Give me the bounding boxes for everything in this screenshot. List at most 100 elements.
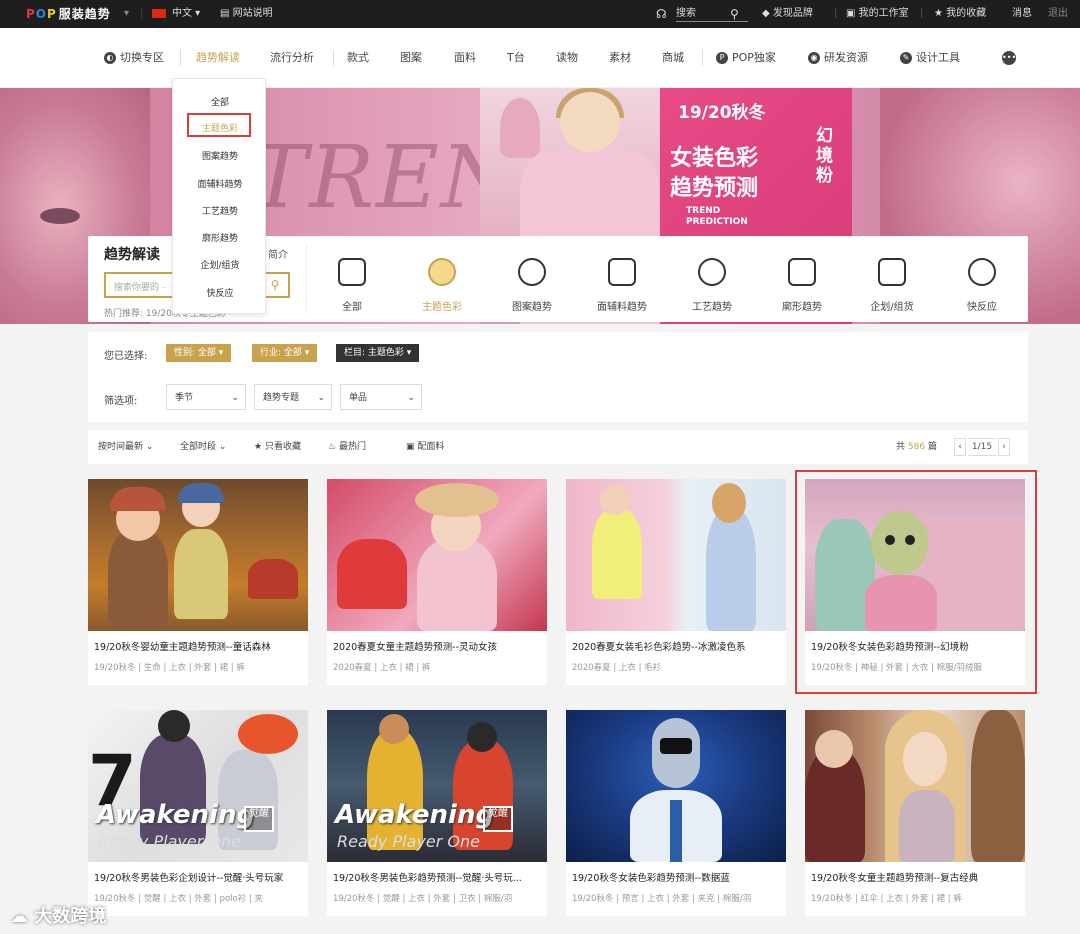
time-range-select[interactable]: 全部时段 ⌄ (180, 430, 226, 464)
next-page-button[interactable]: › (998, 438, 1010, 456)
dropdown-item-theme-color[interactable]: 主题色彩 (173, 121, 267, 134)
category-quick-response[interactable]: 快反应 (942, 236, 1022, 322)
headset-icon[interactable]: ☊ (656, 0, 667, 28)
card-title[interactable]: 19/20秋冬婴幼童主题趋势预测--童话森林 (94, 639, 304, 653)
season-select[interactable]: 季节 ⌄ (166, 384, 246, 410)
dropdown-item-craft[interactable]: 工艺趋势 (173, 204, 267, 217)
card-tags: 2020春夏 | 上衣 | 毛衫 (572, 663, 662, 673)
divider (702, 50, 703, 66)
lightning-icon (968, 258, 996, 286)
card-tags: 19/20秋冬 | 生命 | 上衣 | 外套 | 裙 | 裤 (94, 663, 245, 673)
banner-vertical-title: 幻境粉 (816, 126, 833, 186)
hottest-toggle[interactable]: ♨ 最热门 (328, 430, 366, 464)
report-card[interactable]: 19/20秋冬婴幼童主题趋势预测--童话森林 19/20秋冬 | 生命 | 上衣… (88, 479, 308, 685)
card-title[interactable]: 19/20秋冬男装色彩企划设计--觉醒·头号玩家 (94, 870, 304, 884)
chosen-label: 您已选择: (104, 351, 148, 362)
category-craft[interactable]: 工艺趋势 (672, 236, 752, 322)
report-card[interactable]: 2020春夏女装毛衫色彩趋势--冰激凌色系 2020春夏 | 上衣 | 毛衫 (566, 479, 786, 685)
page-indicator: 1/15 (968, 438, 996, 456)
only-favorites-toggle[interactable]: ★ 只看收藏 (254, 430, 301, 464)
dress-icon (788, 258, 816, 286)
divider: | (140, 8, 144, 19)
card-image (566, 479, 786, 631)
card-icon (878, 258, 906, 286)
watermark-logo-icon: ☁ (10, 906, 28, 927)
filter-panel: 您已选择: 性别: 全部 ▾ 行业: 全部 ▾ 栏目: 主题色彩 ▾ 筛选项: … (88, 332, 1028, 422)
category-all[interactable]: 全部 (312, 236, 392, 322)
category-fabric[interactable]: 面辅料趋势 (582, 236, 662, 322)
category-theme-color[interactable]: 主题色彩 (402, 236, 482, 322)
total-count: 共 586 篇 (896, 442, 937, 452)
card-title[interactable]: 2020春夏女装毛衫色彩趋势--冰激凌色系 (572, 639, 782, 653)
site-guide-link[interactable]: ▤ 网站说明 (220, 0, 273, 28)
card-title[interactable]: 2020春夏女童主题趋势预测--灵动女孩 (333, 639, 543, 653)
dropdown-item-all[interactable]: 全部 (173, 95, 267, 108)
nav-styles[interactable]: 款式 (347, 28, 369, 88)
report-card[interactable]: Awakening Ready Player One 觉醒 19/20秋冬男装色… (327, 710, 547, 916)
report-card[interactable]: 2020春夏女童主题趋势预测--灵动女孩 2020春夏 | 上衣 | 裙 | 裤 (327, 479, 547, 685)
nav-trend-analysis[interactable]: 流行分析 (270, 28, 314, 88)
dropdown-item-silhouette[interactable]: 廓形趋势 (173, 231, 267, 244)
card-title[interactable]: 19/20秋冬女童主题趋势预测--复古经典 (811, 870, 1021, 884)
banner-eye (40, 208, 80, 224)
nav-runway[interactable]: T台 (507, 28, 525, 88)
document-icon: ▤ (220, 8, 230, 19)
card-title[interactable]: 19/20秋冬男装色彩趋势预测--觉醒·头号玩... (333, 870, 543, 884)
highlight-frame (795, 470, 1037, 694)
intro-link[interactable]: 简介 (268, 246, 288, 261)
chosen-tag-industry[interactable]: 行业: 全部 ▾ (252, 344, 318, 362)
card-image: Awakening Ready Player One 觉醒 (327, 710, 547, 862)
pie-chart-icon (428, 258, 456, 286)
nav-publications[interactable]: 读物 (556, 28, 578, 88)
card-image (566, 710, 786, 862)
card-tags: 19/20秋冬 | 预言 | 上衣 | 外套 | 夹克 | 棉服/羽 (572, 894, 752, 904)
category-planning[interactable]: 企划/组货 (852, 236, 932, 322)
report-card[interactable]: 19/20秋冬女装色彩趋势预测--数据蓝 19/20秋冬 | 预言 | 上衣 |… (566, 710, 786, 916)
report-card[interactable]: 70 Awakening Ready Player One 觉醒 19/20秋冬… (88, 710, 308, 916)
card-tags: 2020春夏 | 上衣 | 裙 | 裤 (333, 663, 431, 673)
dropdown-item-planning[interactable]: 企划/组货 (173, 258, 267, 271)
fabric-icon (608, 258, 636, 286)
site-logo[interactable]: POP 服装趋势 (26, 6, 111, 22)
chosen-tag-column[interactable]: 栏目: 主题色彩 ▾ (336, 344, 420, 362)
nav-design-tools[interactable]: ✎ 设计工具 (900, 28, 960, 88)
dropdown-item-quick[interactable]: 快反应 (173, 286, 267, 299)
language-selector[interactable]: 中文 ▾ (152, 0, 200, 28)
nav-materials[interactable]: 素材 (609, 28, 631, 88)
messages-link[interactable]: 消息 (1012, 0, 1032, 28)
card-title[interactable]: 19/20秋冬女装色彩趋势预测--数据蓝 (572, 870, 782, 884)
report-card[interactable]: 19/20秋冬女童主题趋势预测--复古经典 19/20秋冬 | 红伞 | 上衣 … (805, 710, 1025, 916)
with-fabric-toggle[interactable]: ▣ 配面料 (406, 430, 444, 464)
more-icon[interactable]: ••• (1002, 28, 1020, 88)
dropdown-item-fabric[interactable]: 面辅料趋势 (173, 177, 267, 190)
nav-pop-exclusive[interactable]: P POP独家 (716, 28, 776, 88)
search-icon[interactable]: ⚲ (730, 0, 739, 28)
china-flag-icon (152, 8, 166, 18)
star-icon: ★ (254, 442, 263, 452)
nav-fabrics[interactable]: 面料 (454, 28, 476, 88)
card-tags: 19/20秋冬 | 红伞 | 上衣 | 外套 | 裙 | 裤 (811, 894, 962, 904)
hexagon-icon (698, 258, 726, 286)
dropdown-item-pattern[interactable]: 图案趋势 (173, 149, 267, 162)
nav-patterns[interactable]: 图案 (400, 28, 422, 88)
logo-dropdown-icon[interactable]: ▾ (124, 0, 129, 28)
nav-shop[interactable]: 商城 (662, 28, 684, 88)
divider (180, 50, 181, 66)
chosen-tag-gender[interactable]: 性别: 全部 ▾ (166, 344, 232, 362)
logout-link[interactable]: 退出 (1048, 0, 1068, 28)
nav-rd-resources[interactable]: ◉ 研发资源 (808, 28, 868, 88)
sort-bar: 按时间最新 ⌄ 全部时段 ⌄ ★ 只看收藏 ♨ 最热门 ▣ 配面料 共 586 … (88, 430, 1028, 464)
diamond-icon: ◆ (762, 8, 770, 19)
item-select[interactable]: 单品 ⌄ (340, 384, 422, 410)
trend-topic-select[interactable]: 趋势专题 ⌄ (254, 384, 332, 410)
category-silhouette[interactable]: 廓形趋势 (762, 236, 842, 322)
workspace-link[interactable]: ▣ 我的工作室 (846, 0, 909, 28)
prev-page-button[interactable]: ‹ (954, 438, 966, 456)
monitor-icon: ▣ (846, 8, 856, 19)
favorites-link[interactable]: ★ 我的收藏 (934, 0, 986, 28)
discover-brand-link[interactable]: ◆ 发现品牌 (762, 0, 813, 28)
sort-latest[interactable]: 按时间最新 ⌄ (98, 430, 153, 464)
category-pattern[interactable]: 图案趋势 (492, 236, 572, 322)
card-image (805, 710, 1025, 862)
nav-switch-zone[interactable]: ◐ 切换专区 (104, 28, 164, 88)
